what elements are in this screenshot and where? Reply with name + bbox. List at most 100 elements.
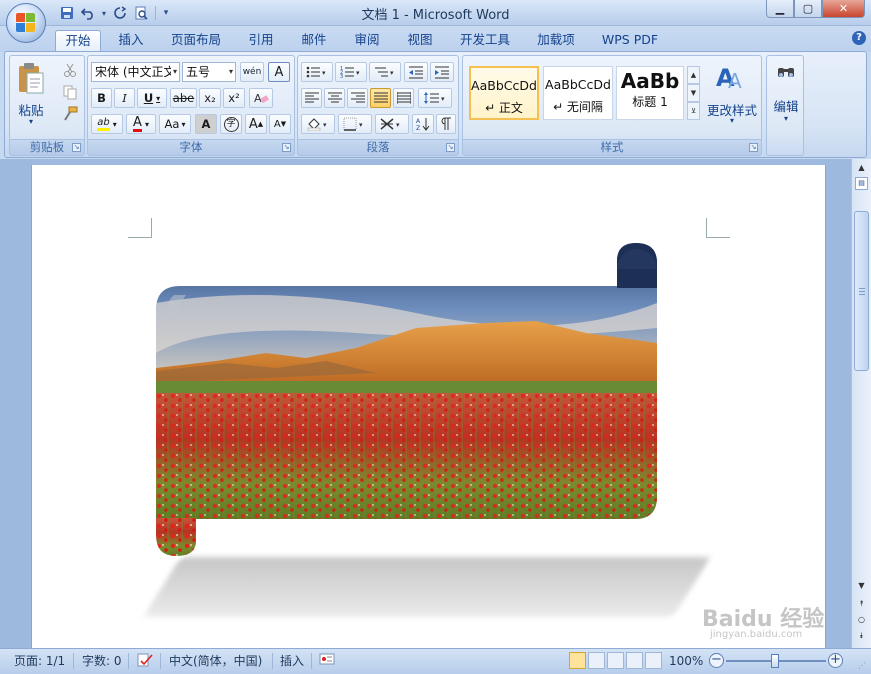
- tab-developer[interactable]: 开发工具: [452, 30, 518, 52]
- maximize-button[interactable]: ▢: [794, 0, 822, 18]
- grow-font-button[interactable]: A ▲: [245, 114, 267, 134]
- character-border-button[interactable]: A: [268, 62, 290, 82]
- distributed-icon[interactable]: [393, 88, 414, 108]
- vertical-scrollbar[interactable]: ▲ ▤ ▼ ⯭ ○ ⯯: [851, 159, 871, 648]
- status-insert-mode[interactable]: 插入: [280, 652, 304, 670]
- tab-references[interactable]: 引用: [240, 30, 282, 52]
- decrease-indent-icon[interactable]: [404, 62, 428, 82]
- character-shading-button[interactable]: A: [195, 114, 217, 134]
- scroll-up-icon[interactable]: ▲: [854, 161, 869, 175]
- scroll-shape-image[interactable]: [156, 243, 657, 556]
- styles-scroll-down-icon[interactable]: ▼: [687, 84, 700, 102]
- proofing-icon[interactable]: [136, 652, 154, 670]
- tab-mailings[interactable]: 邮件: [293, 30, 335, 52]
- tab-add-ins[interactable]: 加载项: [528, 30, 584, 52]
- minimize-button[interactable]: ▁: [766, 0, 794, 18]
- outline-view-icon[interactable]: [626, 652, 643, 669]
- next-page-icon[interactable]: ⯯: [854, 629, 869, 643]
- tab-review[interactable]: 审阅: [346, 30, 388, 52]
- style-no-spacing[interactable]: AaBbCcDd ↵ 无间隔: [543, 66, 613, 120]
- strikethrough-button[interactable]: abe: [170, 88, 197, 108]
- status-bar: 页面: 1/1 字数: 0 中文(简体，中国) 插入 100% − + ⋰: [0, 648, 871, 674]
- help-icon[interactable]: ?: [852, 31, 866, 45]
- align-right-icon[interactable]: [347, 88, 368, 108]
- status-word-count[interactable]: 字数: 0: [82, 652, 122, 670]
- numbering-icon[interactable]: 1 2 3 ▾: [335, 62, 367, 82]
- office-button[interactable]: [6, 3, 46, 43]
- italic-button[interactable]: I: [114, 88, 135, 108]
- svg-text:▾: ▾: [356, 69, 360, 77]
- paragraph-launcher-icon[interactable]: ↘: [446, 143, 455, 152]
- svg-text:A: A: [416, 118, 421, 125]
- zoom-level[interactable]: 100%: [669, 652, 703, 670]
- select-browse-object-icon[interactable]: ○: [854, 613, 869, 627]
- status-separator: [128, 653, 129, 669]
- borders-icon[interactable]: ▾: [338, 114, 372, 134]
- paste-button[interactable]: 粘贴 ▾: [14, 60, 48, 132]
- status-page[interactable]: 页面: 1/1: [14, 652, 65, 670]
- ruler-toggle-icon[interactable]: ▤: [855, 177, 868, 190]
- superscript-button[interactable]: x²: [223, 88, 245, 108]
- bullets-icon[interactable]: ▾: [301, 62, 333, 82]
- scroll-thumb[interactable]: [854, 211, 869, 371]
- paste-dropdown-icon[interactable]: ▾: [14, 117, 48, 126]
- full-screen-reading-view-icon[interactable]: [588, 652, 605, 669]
- tab-page-layout[interactable]: 页面布局: [163, 30, 229, 52]
- bold-button[interactable]: B: [91, 88, 112, 108]
- font-color-button[interactable]: A ▾: [126, 114, 156, 134]
- shrink-font-button[interactable]: A ▼: [269, 114, 291, 134]
- change-styles-button[interactable]: A A 更改样式 ▾: [705, 60, 759, 134]
- strike-label: abe: [172, 91, 195, 105]
- copy-icon[interactable]: [62, 84, 80, 102]
- style-heading-1[interactable]: AaBb 标题 1: [616, 66, 684, 120]
- cut-icon[interactable]: [62, 62, 80, 80]
- grow-font-label: A: [248, 116, 258, 132]
- document-page[interactable]: Baidu 经验 jingyan.baidu.com: [31, 165, 826, 648]
- clipboard-launcher-icon[interactable]: ↘: [72, 143, 81, 152]
- tab-insert[interactable]: 插入: [110, 30, 152, 52]
- editing-group[interactable]: 编辑 ▾: [766, 55, 804, 156]
- tab-view[interactable]: 视图: [399, 30, 441, 52]
- close-button[interactable]: ✕: [822, 0, 865, 18]
- font-size-select[interactable]: 五号 ▾: [182, 62, 236, 82]
- character-shading-label: A: [201, 117, 211, 131]
- macro-record-icon[interactable]: [319, 652, 335, 670]
- align-left-icon[interactable]: [301, 88, 322, 108]
- resize-grip-icon[interactable]: ⋰: [858, 661, 868, 671]
- zoom-in-button[interactable]: +: [828, 653, 843, 668]
- show-hide-marks-icon[interactable]: [436, 114, 456, 134]
- change-case-button[interactable]: Aa ▾: [159, 114, 191, 134]
- tab-home[interactable]: 开始: [55, 30, 101, 52]
- status-language[interactable]: 中文(简体，中国): [169, 652, 262, 670]
- style-normal[interactable]: AaBbCcDd ↵ 正文: [469, 66, 539, 120]
- line-spacing-icon[interactable]: ▾: [418, 88, 452, 108]
- sort-icon[interactable]: AZ: [412, 114, 434, 134]
- print-layout-view-icon[interactable]: [569, 652, 586, 669]
- scroll-down-icon[interactable]: ▼: [854, 579, 869, 593]
- multilevel-list-icon[interactable]: ▾: [369, 62, 401, 82]
- enclose-characters-button[interactable]: 字: [220, 114, 242, 134]
- underline-button[interactable]: U ▾: [137, 88, 167, 108]
- align-center-icon[interactable]: [324, 88, 345, 108]
- format-painter-icon[interactable]: [62, 106, 80, 124]
- clear-formatting-icon[interactable]: A: [249, 88, 273, 108]
- styles-scroll-up-icon[interactable]: ▲: [687, 66, 700, 84]
- increase-indent-icon[interactable]: [430, 62, 454, 82]
- web-layout-view-icon[interactable]: [607, 652, 624, 669]
- subscript-button[interactable]: x₂: [199, 88, 221, 108]
- tab-wps-pdf[interactable]: WPS PDF: [594, 30, 666, 52]
- phonetic-guide-button[interactable]: wén: [240, 62, 264, 82]
- styles-more-icon[interactable]: ⊻: [687, 102, 700, 120]
- style-heading-1-sample: AaBb: [620, 69, 680, 93]
- styles-launcher-icon[interactable]: ↘: [749, 143, 758, 152]
- zoom-slider-thumb[interactable]: [771, 654, 779, 668]
- font-launcher-icon[interactable]: ↘: [282, 143, 291, 152]
- font-name-select[interactable]: 宋体 (中文正文 ▾: [91, 62, 180, 82]
- zoom-out-button[interactable]: −: [709, 653, 724, 668]
- highlight-button[interactable]: ab ▾: [91, 114, 123, 134]
- draft-view-icon[interactable]: [645, 652, 662, 669]
- justify-icon[interactable]: [370, 88, 391, 108]
- previous-page-icon[interactable]: ⯭: [854, 597, 869, 611]
- chinese-layout-icon[interactable]: ▾: [375, 114, 409, 134]
- shading-icon[interactable]: ▾: [301, 114, 335, 134]
